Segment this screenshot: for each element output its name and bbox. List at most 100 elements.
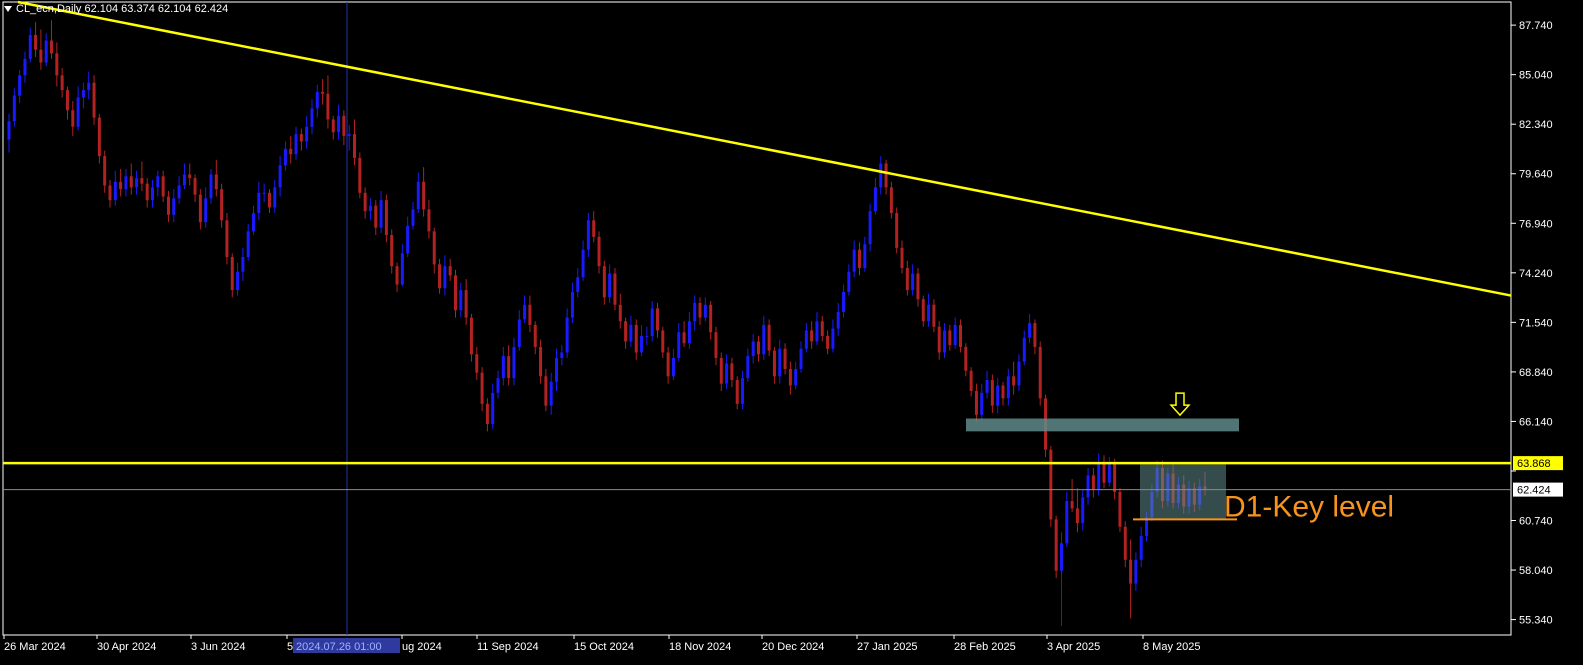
candle-body xyxy=(129,176,133,188)
candle-body xyxy=(895,213,899,248)
candle-body xyxy=(996,385,1000,406)
x-tick-label: 3 Apr 2025 xyxy=(1047,641,1100,653)
candle-body xyxy=(172,198,176,215)
candle-body xyxy=(517,319,521,347)
candle-body xyxy=(921,299,925,322)
candle-body xyxy=(507,356,511,379)
candle-body xyxy=(241,257,245,272)
candle-body xyxy=(788,368,792,386)
candle-body xyxy=(608,273,612,298)
candle-body xyxy=(586,220,590,250)
candle-body xyxy=(576,277,580,292)
candle-body xyxy=(395,266,399,285)
candle-body xyxy=(709,304,713,333)
candle-body xyxy=(1113,464,1117,492)
candle-body xyxy=(826,335,830,349)
candle-body xyxy=(714,332,718,358)
candle-body xyxy=(294,134,298,155)
candle-body xyxy=(905,268,909,291)
candle-body xyxy=(953,324,957,346)
candle-body xyxy=(640,335,644,353)
candle-body xyxy=(671,357,675,377)
candle-body xyxy=(416,181,420,210)
candle-body xyxy=(166,196,170,215)
y-tick-label: 85.040 xyxy=(1519,70,1553,82)
candle-body xyxy=(480,372,484,404)
candle-body xyxy=(746,356,750,379)
candle-body xyxy=(321,91,325,94)
candle-body xyxy=(794,368,798,386)
candle-body xyxy=(570,291,574,318)
candle-body xyxy=(18,75,22,96)
y-tick-label: 60.740 xyxy=(1519,516,1553,528)
candle-body xyxy=(337,115,341,133)
candle-body xyxy=(549,381,553,406)
candle-body xyxy=(326,93,330,120)
candle-body xyxy=(523,304,527,320)
candle-body xyxy=(533,324,537,347)
candle-body xyxy=(427,209,431,232)
candle-body xyxy=(411,209,415,226)
candle-body xyxy=(645,335,649,337)
symbol-header[interactable]: CL_ecn,Daily 62.104 63.374 62.104 62.424 xyxy=(4,3,228,15)
candle-body xyxy=(555,357,559,382)
key-level-price-label: 63.868 xyxy=(1517,458,1551,470)
candle-body xyxy=(873,187,877,212)
candle-body xyxy=(28,35,32,59)
candle-body xyxy=(1086,475,1090,498)
candle-body xyxy=(943,330,947,353)
x-tick-label: 26 Mar 2024 xyxy=(4,641,66,653)
candle-body xyxy=(597,236,601,267)
candle-body xyxy=(267,192,271,208)
candle-body xyxy=(55,53,59,76)
candle-body xyxy=(560,352,564,358)
candle-body xyxy=(884,163,888,188)
candle-body xyxy=(1006,376,1010,399)
candle-body xyxy=(1129,559,1133,584)
candle-body xyxy=(406,225,410,254)
candle-body xyxy=(815,321,819,342)
candle-body xyxy=(666,352,670,377)
x-tick-label: 8 May 2025 xyxy=(1143,641,1200,653)
candle-body xyxy=(1038,346,1042,399)
candle-body xyxy=(39,49,43,63)
dropdown-triangle-icon[interactable] xyxy=(4,6,12,13)
x-tick-label: 20 Dec 2024 xyxy=(762,641,824,653)
candle-body xyxy=(698,302,702,318)
candle-body xyxy=(87,82,91,91)
candle-body xyxy=(868,211,872,245)
candle-body xyxy=(12,95,16,122)
candle-body xyxy=(1070,501,1074,509)
candle-body xyxy=(1134,559,1138,584)
candle-body xyxy=(863,244,867,269)
candle-body xyxy=(422,181,426,210)
candle-body xyxy=(60,75,64,91)
candle-body xyxy=(741,378,745,404)
candle-body xyxy=(50,40,54,54)
candle-body xyxy=(762,324,766,355)
candle-body xyxy=(1028,323,1032,338)
candle-body xyxy=(432,231,436,265)
candle-body xyxy=(1075,508,1079,524)
candle-body xyxy=(331,119,335,133)
candle-body xyxy=(937,326,941,353)
x-tick-label: 11 Sep 2024 xyxy=(477,641,539,653)
x-tick-label: 5 xyxy=(287,641,293,653)
candle-body xyxy=(783,348,787,369)
price-chart[interactable]: D1-Key level 87.740 85.040 82.340 79.640 76.… xyxy=(0,0,1583,665)
candle-body xyxy=(1107,464,1111,483)
candle-body xyxy=(475,354,479,373)
candle-body xyxy=(842,291,846,313)
candle-body xyxy=(682,332,686,344)
candle-body xyxy=(804,330,808,349)
candle-body xyxy=(438,264,442,289)
x-tick-label: 3 Jun 2024 xyxy=(191,641,245,653)
candle-body xyxy=(230,257,234,291)
candle-body xyxy=(655,308,659,331)
y-tick-label: 82.340 xyxy=(1519,119,1553,131)
x-tick-label: 30 Apr 2024 xyxy=(97,641,156,653)
y-tick-label: 58.040 xyxy=(1519,565,1553,577)
candle-body xyxy=(677,332,681,358)
candle-body xyxy=(448,266,452,276)
candle-body xyxy=(283,148,287,166)
